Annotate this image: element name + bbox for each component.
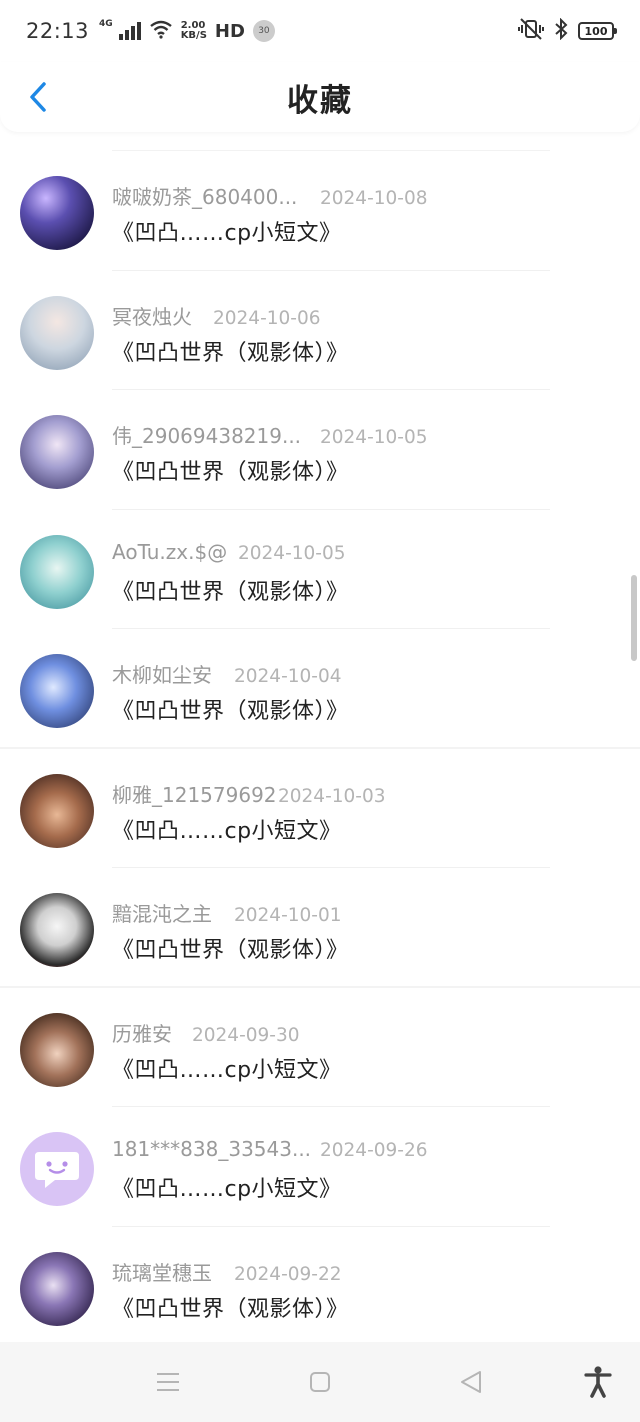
home-button[interactable]	[304, 1366, 336, 1398]
wifi-icon	[149, 19, 173, 44]
post-date: 2024-10-04	[234, 666, 342, 687]
status-time: 22:13	[26, 19, 90, 43]
bluetooth-icon	[554, 17, 568, 44]
back-triangle-icon	[461, 1371, 481, 1393]
list-item[interactable]: 冥夜烛火 2024-10-06 《凹凸世界（观影体）》	[0, 271, 640, 390]
accessibility-icon	[584, 1366, 612, 1398]
status-bar: 22:13 4G 2.00 KB/S HD 30 100	[0, 0, 640, 62]
favorite-title: 《凹凸……cp小短文》	[112, 221, 342, 246]
username: 琉璃堂穗玉	[112, 1260, 212, 1285]
username: AoTu.zx.$@	[112, 539, 228, 564]
list-item[interactable]: 伟_29069438219... 2024-10-05 《凹凸世界（观影体）》	[0, 390, 640, 510]
post-date: 2024-09-30	[192, 1024, 300, 1046]
user-avatar[interactable]	[20, 893, 94, 967]
user-avatar[interactable]	[20, 773, 94, 848]
signal-icon	[118, 22, 141, 40]
list-item[interactable]: 木柳如尘安 2024-10-04 《凹凸世界（观影体）》	[0, 629, 640, 749]
favorite-title: 《凹凸世界（观影体）》	[112, 1296, 349, 1322]
recent-apps-button[interactable]	[152, 1366, 184, 1398]
network-type: 4G	[99, 18, 113, 29]
user-avatar[interactable]	[20, 654, 94, 728]
vibrate-mute-icon	[518, 18, 544, 44]
favorite-title: 《凹凸……cp小短文》	[112, 1177, 342, 1202]
post-date: 2024-10-06	[213, 307, 321, 329]
post-date: 2024-10-08	[320, 188, 428, 209]
user-avatar[interactable]	[20, 534, 94, 609]
user-avatar[interactable]	[20, 1012, 94, 1087]
list-item[interactable]: 啵啵奶茶_680400... 2024-10-08 《凹凸……cp小短文》	[0, 151, 640, 271]
favorite-title: 《凹凸……cp小短文》	[112, 1057, 342, 1083]
user-avatar[interactable]	[20, 1132, 94, 1206]
favorites-list: 啵啵奶茶_680400... 2024-10-08 《凹凸……cp小短文》 冥夜烛…	[0, 150, 640, 1346]
page-header: 收藏	[0, 62, 640, 132]
username: 啵啵奶茶_680400...	[112, 185, 298, 209]
username: 历雅安	[112, 1021, 172, 1046]
chevron-left-icon	[30, 82, 46, 112]
username: 柳雅_121579692	[112, 782, 277, 807]
list-item[interactable]: 181***838_33543... 2024-09-26 《凹凸……cp小短文》	[0, 1107, 640, 1227]
accessibility-button[interactable]	[582, 1366, 614, 1398]
username: 黯混沌之主	[112, 902, 212, 926]
post-date: 2024-10-05	[238, 542, 346, 564]
list-item[interactable]: 黯混沌之主 2024-10-01 《凹凸世界（观影体）》	[0, 868, 640, 988]
list-item[interactable]: 柳雅_121579692 2024-10-03 《凹凸……cp小短文》	[0, 749, 640, 868]
username: 伟_29069438219...	[112, 424, 302, 448]
username: 181***838_33543...	[112, 1137, 312, 1161]
user-avatar[interactable]	[20, 295, 94, 370]
post-date: 2024-09-22	[234, 1263, 342, 1285]
list-item[interactable]: 历雅安 2024-09-30 《凹凸……cp小短文》	[0, 988, 640, 1107]
default-chat-avatar-icon	[35, 1152, 79, 1188]
battery-icon: 100	[578, 22, 617, 40]
favorite-title: 《凹凸世界（观影体）》	[112, 460, 349, 485]
home-square-icon	[310, 1372, 330, 1392]
back-button[interactable]	[20, 78, 56, 116]
list-item[interactable]: 琉璃堂穗玉 2024-09-22 《凹凸世界（观影体）》	[0, 1227, 640, 1347]
page-title: 收藏	[287, 82, 353, 119]
post-date: 2024-10-03	[278, 785, 386, 807]
post-date: 2024-09-26	[320, 1140, 428, 1161]
list-item[interactable]: AoTu.zx.$@ 2024-10-05 《凹凸世界（观影体）》	[0, 510, 640, 629]
favorite-title: 《凹凸世界（观影体）》	[112, 340, 349, 366]
user-avatar[interactable]	[20, 176, 94, 250]
user-avatar[interactable]	[20, 1251, 94, 1326]
post-date: 2024-10-01	[234, 905, 342, 926]
back-nav-button[interactable]	[455, 1366, 487, 1398]
system-nav-bar	[0, 1342, 640, 1422]
scrollbar-thumb[interactable]	[631, 575, 637, 661]
menu-icon	[157, 1373, 179, 1391]
favorite-title: 《凹凸世界（观影体）》	[112, 938, 349, 963]
favorite-title: 《凹凸世界（观影体）》	[112, 579, 349, 605]
network-speed: 2.00 KB/S	[180, 20, 207, 41]
username: 冥夜烛火	[112, 304, 192, 329]
notification-count-badge: 30	[252, 20, 275, 42]
favorite-title: 《凹凸……cp小短文》	[112, 818, 342, 844]
hd-indicator: HD	[214, 20, 245, 42]
user-avatar[interactable]	[20, 415, 94, 489]
post-date: 2024-10-05	[320, 427, 428, 448]
username: 木柳如尘安	[112, 663, 212, 687]
favorite-title: 《凹凸世界（观影体）》	[112, 699, 349, 724]
